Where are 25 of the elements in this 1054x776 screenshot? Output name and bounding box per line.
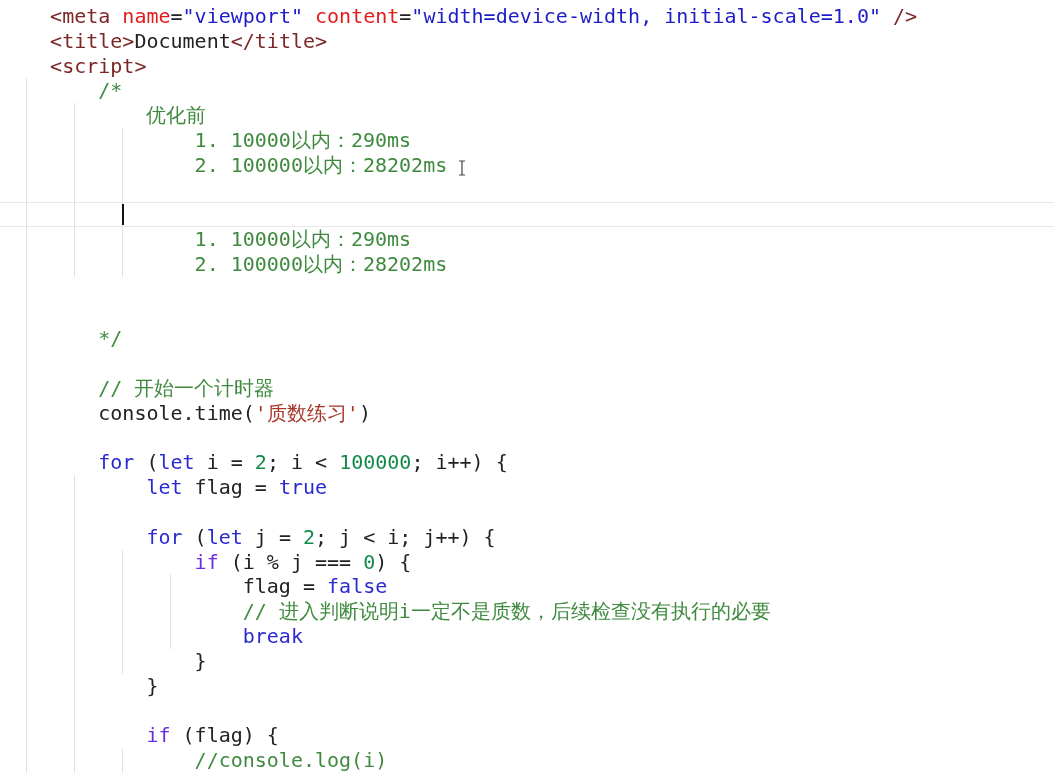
code-line: }: [193, 648, 207, 674]
code-line: for (let j = 2; j < i; j++) {: [145, 524, 496, 550]
code-line: 2. 100000以内：28202ms: [193, 251, 448, 277]
code-line: if (i % j === 0) {: [193, 549, 412, 575]
code-line: let flag = true: [145, 475, 328, 500]
code-line: */: [97, 326, 123, 352]
code-line: //console.log(i): [193, 747, 388, 773]
code-line: /*: [97, 78, 123, 104]
code-line: flag = false: [241, 574, 388, 600]
code-line: <script>: [50, 53, 147, 79]
i-beam-cursor-icon: [458, 160, 466, 176]
code-line: // 进入判断说明i一定不是质数，后续检查没有执行的必要: [241, 599, 771, 624]
code-line: console.time('质数练习'): [97, 400, 371, 426]
code-line: break: [241, 623, 303, 649]
code-line: for (let i = 2; i < 100000; i++) {: [97, 450, 508, 476]
code-line: 1. 10000以内：290ms: [193, 227, 412, 252]
code-line: 2. 100000以内：28202ms: [193, 152, 448, 178]
code-line: <title>Document</title>: [50, 28, 328, 54]
code-line: }: [145, 673, 159, 699]
code-line: // 开始一个计时器: [97, 375, 275, 401]
text-cursor: [122, 204, 125, 226]
code-line: <meta name="viewport" content="width=device-width, initial-scale=1.0" />: [50, 4, 918, 29]
code-line: 优化前: [145, 103, 207, 128]
code-line: 1. 10000以内：290ms: [193, 128, 412, 153]
code-line: if (flag) {: [145, 723, 279, 748]
